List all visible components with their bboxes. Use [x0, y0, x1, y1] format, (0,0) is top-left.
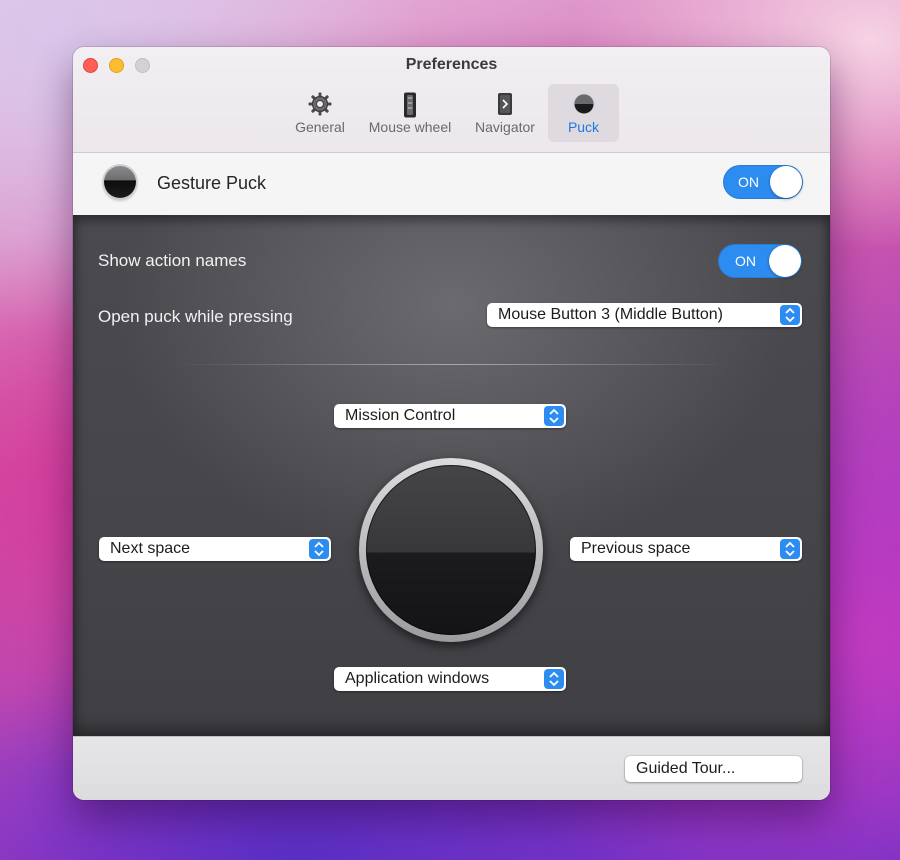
open-puck-select[interactable]: Mouse Button 3 (Middle Button) [487, 303, 802, 327]
toggle-knob [769, 245, 801, 277]
mouse-wheel-icon [403, 92, 417, 121]
puck-settings-panel: Show action names ON Open puck while pre… [73, 215, 830, 736]
navigator-icon [497, 92, 513, 119]
select-stepper-icon [780, 305, 800, 325]
guided-tour-label: Guided Tour... [636, 760, 736, 777]
divider [173, 364, 733, 365]
preferences-window: Preferences General Mouse wheel Navigato… [73, 47, 830, 800]
tab-puck[interactable]: Puck [548, 84, 619, 142]
window-title: Preferences [405, 56, 498, 73]
open-puck-label: Open puck while pressing [98, 307, 293, 326]
gesture-puck-toggle-label: ON [738, 174, 759, 190]
gesture-puck-header: Gesture Puck ON [73, 153, 830, 215]
footer: Guided Tour... [73, 736, 830, 800]
toggle-knob [770, 166, 802, 198]
puck-top-action-value: Mission Control [345, 407, 456, 424]
toolbar: Preferences General Mouse wheel Navigato… [73, 47, 830, 153]
puck-bottom-action-value: Application windows [345, 670, 490, 687]
select-stepper-icon [780, 539, 800, 559]
open-puck-value: Mouse Button 3 (Middle Button) [498, 306, 724, 323]
puck-icon [104, 166, 136, 198]
tab-mouse-wheel-label: Mouse wheel [368, 119, 452, 135]
puck-top-action-select[interactable]: Mission Control [334, 404, 566, 428]
show-action-names-toggle-label: ON [735, 253, 756, 269]
tab-mouse-wheel[interactable]: Mouse wheel [361, 84, 459, 142]
puck-left-action-value: Next space [110, 540, 191, 557]
tab-navigator-label: Navigator [475, 119, 535, 135]
show-action-names-toggle[interactable]: ON [718, 244, 802, 278]
gesture-puck-toggle[interactable]: ON [723, 165, 803, 199]
guided-tour-button[interactable]: Guided Tour... [625, 756, 802, 782]
show-action-names-label: Show action names [98, 251, 247, 270]
select-stepper-icon [544, 406, 564, 426]
gesture-puck-title: Gesture Puck [157, 173, 267, 193]
tab-general-label: General [295, 119, 345, 135]
puck-icon [572, 92, 596, 119]
puck-bottom-action-select[interactable]: Application windows [334, 667, 566, 691]
tab-navigator[interactable]: Navigator [463, 84, 547, 142]
select-stepper-icon [309, 539, 329, 559]
gear-icon [308, 92, 332, 119]
select-stepper-icon [544, 669, 564, 689]
tab-general[interactable]: General [283, 84, 357, 142]
puck-face [366, 465, 536, 635]
puck-right-action-select[interactable]: Previous space [570, 537, 802, 561]
puck-left-action-select[interactable]: Next space [99, 537, 331, 561]
tab-puck-label: Puck [567, 119, 600, 135]
puck-right-action-value: Previous space [581, 540, 691, 557]
gesture-puck-preview [359, 458, 543, 642]
